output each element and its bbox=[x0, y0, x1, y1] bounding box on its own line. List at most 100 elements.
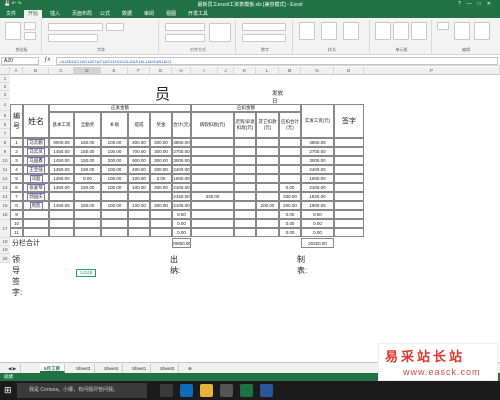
name-box[interactable]: A20 bbox=[1, 57, 39, 65]
cell-base[interactable] bbox=[49, 192, 74, 201]
cell-total[interactable]: 0.00 bbox=[172, 210, 191, 219]
cell-no[interactable]: 1 bbox=[10, 138, 23, 147]
row-header[interactable]: 14 bbox=[0, 192, 10, 201]
number-format-select[interactable] bbox=[242, 23, 286, 31]
cell-total[interactable]: 3000.00 bbox=[172, 156, 191, 165]
cell-ot[interactable] bbox=[74, 219, 101, 228]
row-header[interactable]: 6 bbox=[0, 120, 10, 129]
tab-page-layout[interactable]: 页面布局 bbox=[68, 10, 96, 18]
worksheet-grid[interactable]: 1234567891011121314151617181920 员工工资表 发放… bbox=[0, 75, 500, 362]
cell-sign[interactable] bbox=[334, 210, 364, 219]
cell-base[interactable]: 1450.00 bbox=[49, 201, 74, 210]
cell-ot[interactable]: 150.00 bbox=[74, 156, 101, 165]
cell-actual[interactable]: 0.00 bbox=[301, 210, 334, 219]
cell-sub[interactable]: 100.00 bbox=[101, 174, 128, 183]
edge-icon[interactable] bbox=[180, 384, 193, 397]
cell-base[interactable]: 8000.00 bbox=[49, 138, 74, 147]
sheet-nav-icon[interactable]: ◀ ▶ bbox=[4, 364, 22, 373]
cell-ot[interactable] bbox=[74, 192, 101, 201]
row-header[interactable]: 3 bbox=[0, 91, 10, 99]
row-header[interactable]: 8 bbox=[0, 138, 10, 147]
col-header[interactable]: I bbox=[191, 67, 218, 75]
row-header[interactable]: 5 bbox=[0, 111, 10, 120]
row-header[interactable]: 10 bbox=[0, 156, 10, 165]
sum-button[interactable] bbox=[437, 22, 449, 30]
cell-dt[interactable]: 0.00 bbox=[279, 228, 301, 237]
tab-home[interactable]: 开始 bbox=[24, 10, 43, 18]
row-header[interactable]: 12 bbox=[0, 174, 10, 183]
cell-d2[interactable] bbox=[234, 156, 256, 165]
cell-sub[interactable] bbox=[101, 210, 128, 219]
cell-bonus[interactable]: 700.00 bbox=[128, 147, 150, 156]
cell-d1[interactable] bbox=[191, 210, 234, 219]
cell-actual[interactable]: 1900.00 bbox=[301, 201, 334, 210]
cell-ot[interactable]: 150.00 bbox=[74, 201, 101, 210]
cell-d3[interactable] bbox=[256, 192, 279, 201]
cell-dt[interactable]: 200.00 bbox=[279, 201, 301, 210]
cell-ot[interactable] bbox=[74, 210, 101, 219]
cell-bonus[interactable]: 400.00 bbox=[128, 165, 150, 174]
cell-name[interactable] bbox=[23, 210, 49, 219]
cell-bonus[interactable]: 100.00 bbox=[128, 174, 150, 183]
cell-bonus[interactable]: 900.00 bbox=[128, 156, 150, 165]
cell-base[interactable]: 1450.00 bbox=[49, 156, 74, 165]
cell-no[interactable]: 11 bbox=[10, 228, 23, 237]
cell-actual[interactable]: 0.00 bbox=[301, 219, 334, 228]
store-icon[interactable] bbox=[220, 384, 233, 397]
align-top-buttons[interactable] bbox=[165, 23, 205, 31]
cell-actual[interactable]: 3850.00 bbox=[301, 138, 334, 147]
font-style-buttons[interactable] bbox=[48, 34, 98, 42]
col-header[interactable]: M bbox=[279, 67, 301, 75]
cell-dt[interactable] bbox=[279, 156, 301, 165]
col-header[interactable]: K bbox=[234, 67, 256, 75]
cell-d1[interactable] bbox=[191, 183, 234, 192]
cell-sub[interactable]: 100.00 bbox=[101, 138, 128, 147]
cell-d1[interactable] bbox=[191, 156, 234, 165]
cell-d3[interactable] bbox=[256, 183, 279, 192]
cell-d3[interactable] bbox=[256, 156, 279, 165]
cell-total[interactable]: 2400.00 bbox=[172, 165, 191, 174]
cell-total[interactable]: 1650.00 bbox=[172, 174, 191, 183]
cell-total[interactable]: 2100.00 bbox=[172, 183, 191, 192]
cell-bonus[interactable]: 300.00 bbox=[128, 138, 150, 147]
cell-d2[interactable] bbox=[234, 174, 256, 183]
col-header[interactable]: L bbox=[256, 67, 279, 75]
col-header[interactable]: N bbox=[301, 67, 334, 75]
row-header[interactable]: 17 bbox=[0, 220, 10, 238]
cell-total[interactable]: 3850.00 bbox=[172, 138, 191, 147]
cell-name[interactable]: 马云凤 bbox=[23, 147, 49, 156]
cell-d3[interactable] bbox=[256, 210, 279, 219]
row-header[interactable]: 13 bbox=[0, 183, 10, 192]
col-header[interactable]: A bbox=[10, 67, 23, 75]
sheet-tab-sheet2[interactable]: Sheet2 bbox=[156, 364, 180, 373]
row-header[interactable]: 2 bbox=[0, 83, 10, 91]
cell-award[interactable] bbox=[150, 219, 172, 228]
cell-no[interactable]: 5 bbox=[10, 174, 23, 183]
cell-sub[interactable] bbox=[101, 219, 128, 228]
cell-dt[interactable] bbox=[279, 174, 301, 183]
cell-no[interactable]: 10 bbox=[10, 219, 23, 228]
cell-d1[interactable] bbox=[191, 174, 234, 183]
col-header[interactable]: C bbox=[49, 67, 74, 75]
cell-d1[interactable] bbox=[191, 165, 234, 174]
cell-actual[interactable]: 0.00 bbox=[301, 228, 334, 237]
cell-bonus[interactable] bbox=[128, 210, 150, 219]
cell-d1[interactable] bbox=[191, 219, 234, 228]
row-header[interactable]: 1 bbox=[0, 75, 10, 83]
cell-name[interactable]: 郭国庆 bbox=[23, 192, 49, 201]
cell-sign[interactable] bbox=[334, 156, 364, 165]
cell-d1[interactable] bbox=[191, 138, 234, 147]
col-header[interactable]: E bbox=[101, 67, 128, 75]
cell-name[interactable]: 王宝强 bbox=[23, 165, 49, 174]
cell-d2[interactable] bbox=[234, 183, 256, 192]
cell-sign[interactable] bbox=[334, 228, 364, 237]
cell-award[interactable] bbox=[150, 192, 172, 201]
col-header[interactable]: H bbox=[172, 67, 191, 75]
cell-d1[interactable] bbox=[191, 228, 234, 237]
cell-styles-button[interactable] bbox=[343, 22, 359, 40]
number-buttons[interactable] bbox=[242, 34, 286, 42]
cell-dt[interactable]: 0.00 bbox=[279, 210, 301, 219]
cell-bonus[interactable] bbox=[128, 192, 150, 201]
cell-name[interactable]: 张爱琴 bbox=[23, 183, 49, 192]
cell-sub[interactable]: 100.00 bbox=[101, 165, 128, 174]
